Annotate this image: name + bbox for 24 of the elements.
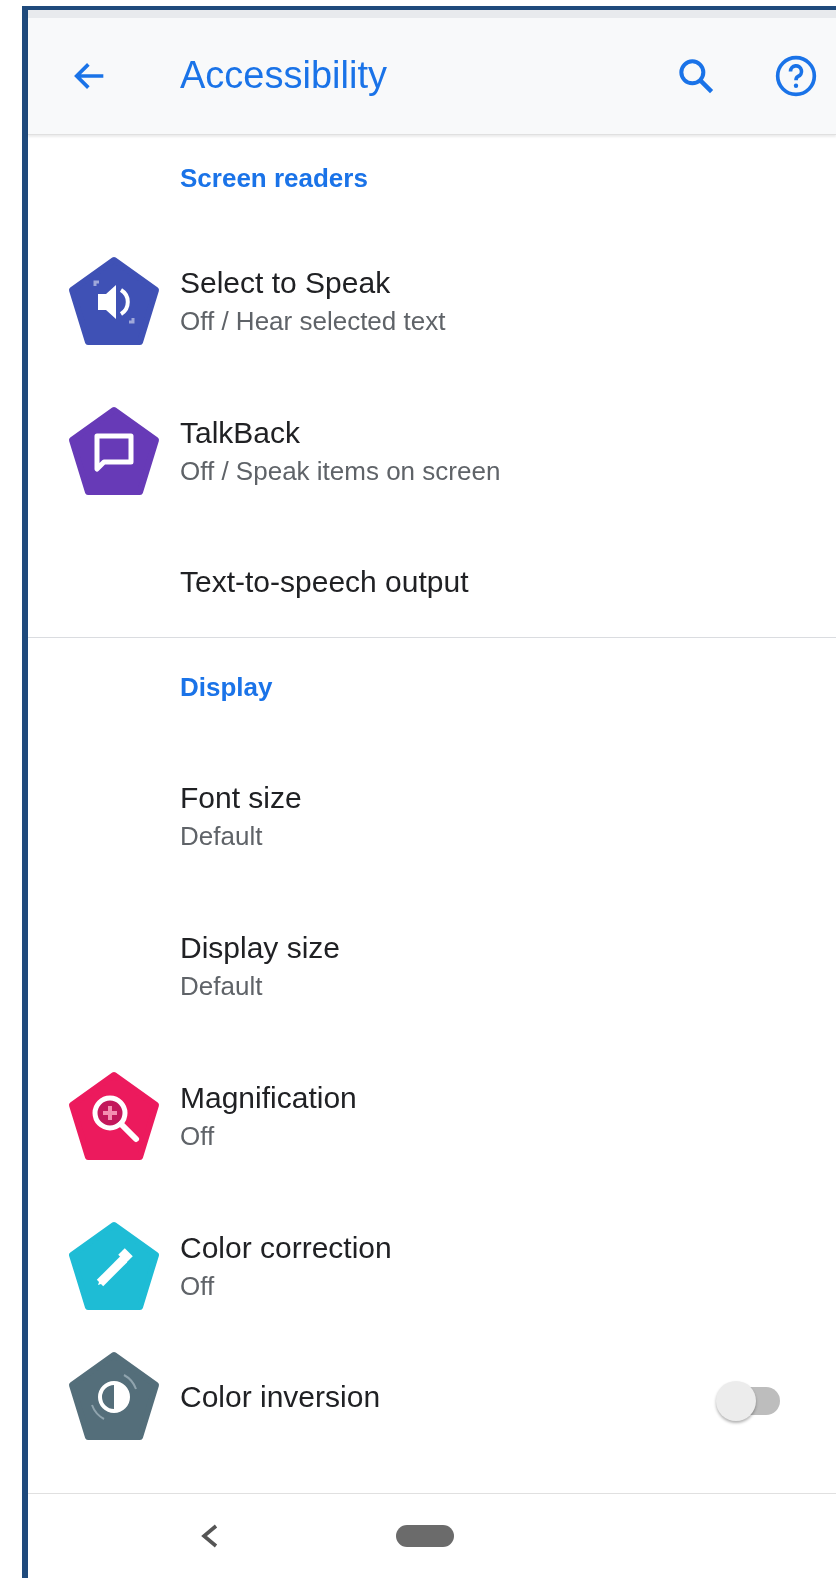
- eyedropper-icon: [68, 1220, 160, 1313]
- setting-title[interactable]: Text-to-speech output: [180, 564, 792, 599]
- setting-summary: Off: [180, 1271, 216, 1303]
- setting-title[interactable]: Select to Speak: [180, 266, 792, 301]
- setting-title[interactable]: TalkBack: [180, 416, 792, 451]
- speaker-icon: [68, 255, 160, 348]
- help-icon[interactable]: [774, 53, 818, 98]
- setting-title[interactable]: Font size: [180, 781, 792, 816]
- setting-summary: Off: [180, 1121, 216, 1153]
- contrast-icon: [68, 1350, 160, 1443]
- screen-title: Accessibility: [180, 54, 388, 98]
- section-header: Screen readers: [180, 163, 368, 195]
- setting-summary: Off / Hear selected text: [180, 306, 447, 338]
- setting-title[interactable]: Color inversion: [180, 1379, 716, 1414]
- magnifier-icon: [68, 1070, 160, 1163]
- section-header: Display: [180, 672, 273, 704]
- chat-icon: [68, 405, 160, 498]
- setting-title[interactable]: Color correction: [180, 1231, 792, 1266]
- setting-summary: Default: [180, 821, 264, 853]
- setting-title[interactable]: Display size: [180, 931, 792, 966]
- setting-summary: Default: [180, 971, 264, 1003]
- setting-summary: Off / Speak items on screen: [180, 456, 502, 488]
- setting-title[interactable]: Magnification: [180, 1081, 792, 1116]
- home-button[interactable]: [396, 1524, 454, 1547]
